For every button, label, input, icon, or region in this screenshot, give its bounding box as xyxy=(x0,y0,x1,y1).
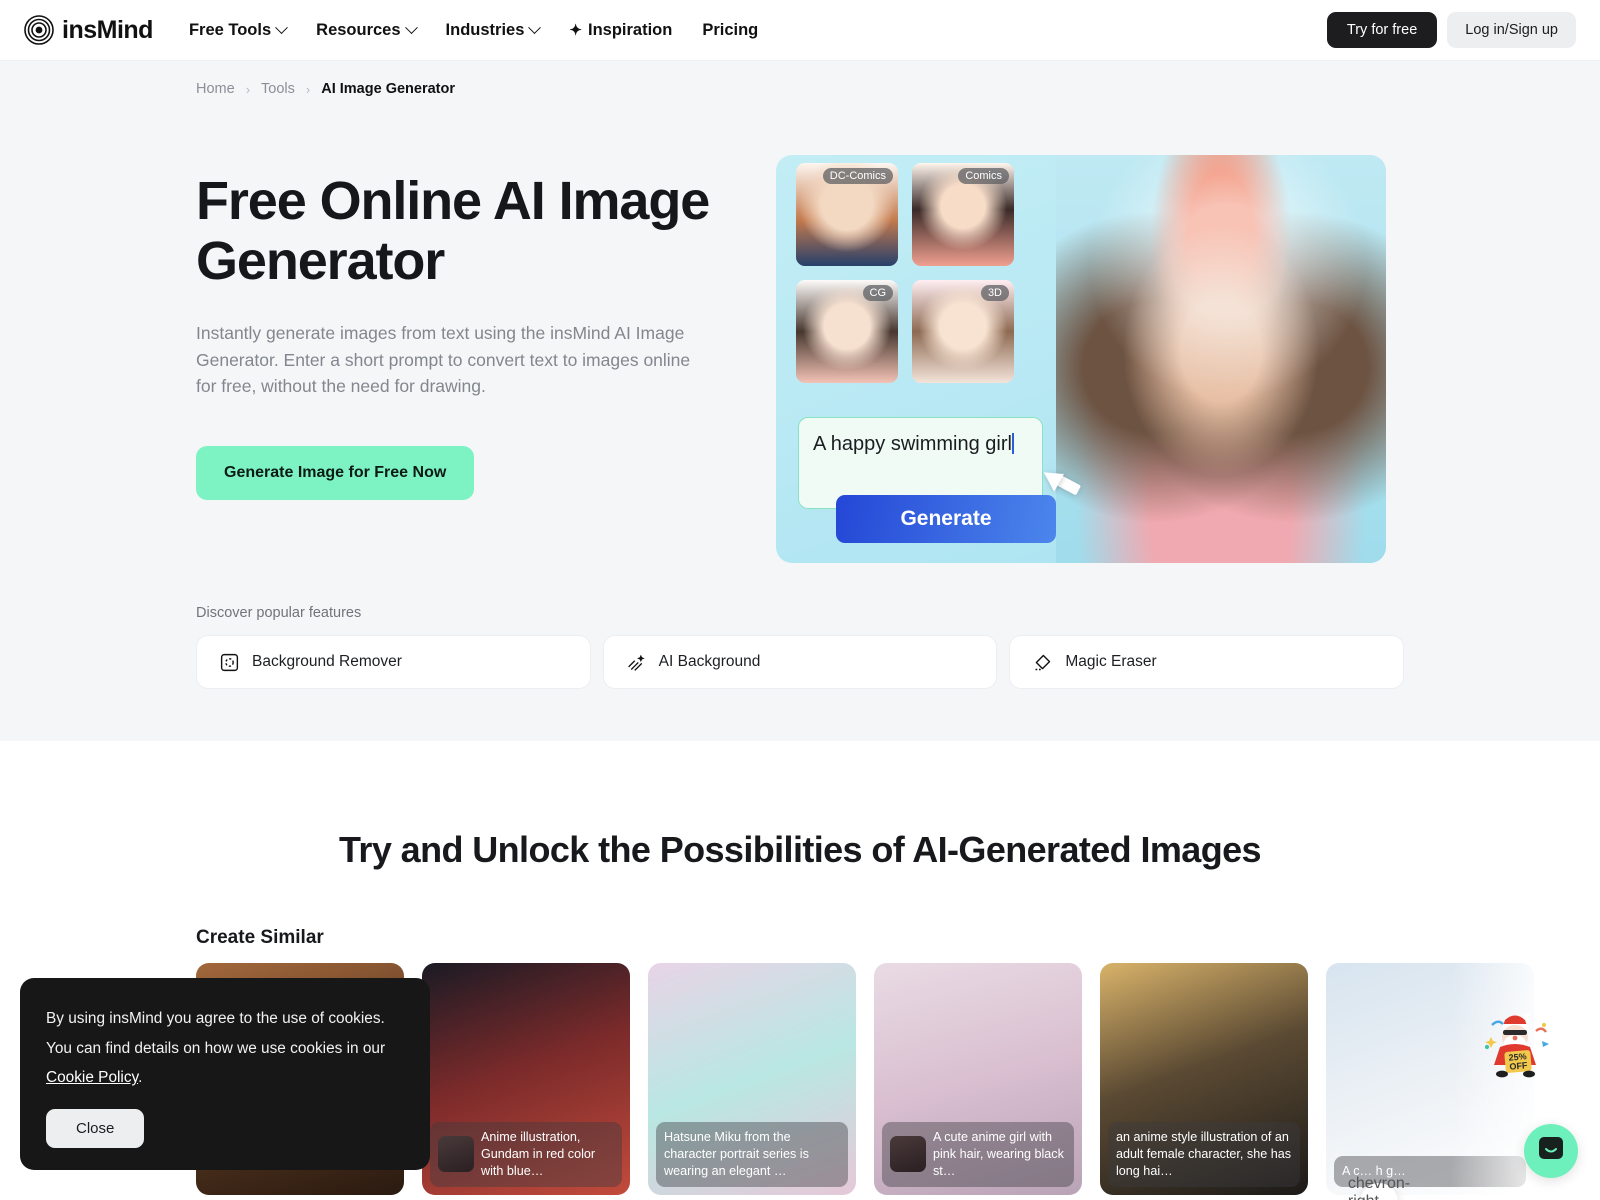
gallery-caption: A cute anime girl with pink hair, wearin… xyxy=(882,1121,1074,1187)
cookie-line-2: You can find details on how we use cooki… xyxy=(46,1039,386,1057)
try-for-free-button[interactable]: Try for free xyxy=(1326,12,1438,48)
feature-card-ai-background[interactable]: AI Background xyxy=(602,635,998,689)
text-cursor xyxy=(1011,433,1014,454)
concentric-circles-logo-icon xyxy=(24,15,54,45)
chat-bubble-button[interactable] xyxy=(1524,1124,1578,1178)
nav-label: Resources xyxy=(316,20,401,39)
breadcrumb-separator: › xyxy=(245,81,251,97)
hero-section: Home › Tools › AI Image Generator Free O… xyxy=(0,61,1600,741)
gallery-card[interactable]: A cute anime girl with pink hair, wearin… xyxy=(874,963,1082,1195)
background-remover-icon xyxy=(219,652,240,673)
create-similar-heading: Create Similar xyxy=(196,927,324,948)
gallery-caption-text: Hatsune Miku from the character portrait… xyxy=(664,1129,809,1178)
santa-promo-icon[interactable]: 25% OFF xyxy=(1478,1003,1552,1081)
demo-generate-button[interactable]: Generate xyxy=(836,495,1056,543)
eraser-icon xyxy=(1032,652,1053,673)
style-tag: Comics xyxy=(958,168,1009,184)
brand-name: insMind xyxy=(62,15,153,44)
ai-background-icon xyxy=(626,652,647,673)
gallery-caption: Anime illustration, Gundam in red color … xyxy=(430,1121,622,1187)
chevron-down-icon xyxy=(275,20,289,34)
feature-card-background-remover[interactable]: Background Remover xyxy=(196,635,591,689)
cookie-close-button[interactable]: Close xyxy=(46,1108,145,1148)
nav-item-free-tools[interactable]: Free Tools xyxy=(188,20,289,40)
cookie-policy-link[interactable]: Cookie Policy xyxy=(46,1069,138,1086)
features-label: Discover popular features xyxy=(196,605,362,621)
breadcrumb-current: AI Image Generator xyxy=(321,81,455,97)
site-header: insMind Free Tools Resources Industries … xyxy=(0,0,1600,61)
breadcrumb-home[interactable]: Home xyxy=(196,81,235,97)
gallery-card[interactable]: Hatsune Miku from the character portrait… xyxy=(648,963,856,1195)
page-title: Free Online AI Image Generator xyxy=(196,171,710,292)
nav-item-industries[interactable]: Industries xyxy=(445,20,542,40)
prompt-value: A happy swimming girl xyxy=(813,433,1012,455)
hero-demo-card: DC-Comics Comics CG 3D A happy swimming … xyxy=(776,155,1386,563)
cookie-period: . xyxy=(138,1069,143,1087)
gallery-caption-text: an anime style illustration of an adult … xyxy=(1116,1129,1292,1178)
gallery-caption-text: A cute anime girl with pink hair, wearin… xyxy=(933,1129,1064,1178)
gallery-caption-thumbnail xyxy=(890,1136,926,1173)
primary-nav: Free Tools Resources Industries ✦ Inspir… xyxy=(189,21,758,40)
style-thumbnail-grid: DC-Comics Comics CG 3D xyxy=(796,163,1014,383)
style-tag: CG xyxy=(862,285,893,301)
login-signup-button[interactable]: Log in/Sign up xyxy=(1447,12,1576,48)
gallery-caption-thumbnail xyxy=(438,1136,474,1173)
style-thumbnail[interactable]: Comics xyxy=(912,163,1014,266)
feature-label: AI Background xyxy=(658,653,761,670)
nav-item-resources[interactable]: Resources xyxy=(316,20,418,40)
popular-features: Discover popular features Background Rem… xyxy=(0,563,1600,689)
feature-label: Magic Eraser xyxy=(1065,653,1157,670)
chevron-down-icon xyxy=(528,20,542,34)
cookie-consent-banner: By using insMind you agree to the use of… xyxy=(20,978,430,1170)
chat-bubble-icon xyxy=(1537,1135,1565,1168)
brand-logo[interactable]: insMind xyxy=(24,15,153,45)
gallery-caption: an anime style illustration of an adult … xyxy=(1108,1121,1300,1187)
hero-copy: Free Online AI Image Generator Instantly… xyxy=(196,155,726,563)
carousel-next-button[interactable]: chevron-right-icon xyxy=(1348,1175,1410,1200)
style-thumbnail[interactable]: DC-Comics xyxy=(796,163,898,266)
breadcrumb: Home › Tools › AI Image Generator xyxy=(0,61,1600,97)
gallery-card[interactable]: an anime style illustration of an adult … xyxy=(1100,963,1308,1195)
showcase-title: Try and Unlock the Possibilities of AI-G… xyxy=(339,829,1262,870)
nav-item-inspiration[interactable]: ✦ Inspiration xyxy=(569,21,672,40)
page-root: insMind Free Tools Resources Industries … xyxy=(0,0,1600,1200)
style-tag: DC-Comics xyxy=(822,168,893,184)
cookie-text: By using insMind you agree to the use of… xyxy=(46,1004,404,1093)
feature-label: Background Remover xyxy=(252,653,402,670)
header-actions: Try for free Log in/Sign up xyxy=(1326,12,1576,48)
hero-illustration: DC-Comics Comics CG 3D A happy swimming … xyxy=(776,155,1386,563)
gallery-caption-text: Anime illustration, Gundam in red color … xyxy=(481,1129,596,1178)
nav-label: Pricing xyxy=(702,20,759,39)
cookie-line-1: By using insMind you agree to the use of… xyxy=(46,1010,385,1027)
nav-label: Free Tools xyxy=(188,20,272,39)
swimming-girl-image xyxy=(1056,155,1386,563)
breadcrumb-tools[interactable]: Tools xyxy=(261,81,295,97)
gallery-caption: Hatsune Miku from the character portrait… xyxy=(656,1121,848,1187)
style-tag: 3D xyxy=(980,285,1009,301)
generate-image-cta-button[interactable]: Generate Image for Free Now xyxy=(196,445,475,500)
sparkle-icon: ✦ xyxy=(569,22,582,39)
nav-label: Industries xyxy=(445,20,525,39)
gallery-card[interactable]: Anime illustration, Gundam in red color … xyxy=(422,963,630,1195)
hero-content: Free Online AI Image Generator Instantly… xyxy=(0,97,1600,563)
features-row: Background Remover AI Background Magic E… xyxy=(196,635,1405,689)
style-thumbnail[interactable]: 3D xyxy=(912,280,1014,383)
style-thumbnail[interactable]: CG xyxy=(796,280,898,383)
nav-item-pricing[interactable]: Pricing xyxy=(702,21,758,40)
svg-text:OFF: OFF xyxy=(1509,1060,1528,1072)
feature-card-magic-eraser[interactable]: Magic Eraser xyxy=(1009,635,1405,689)
nav-label: Inspiration xyxy=(587,20,673,39)
chevron-down-icon xyxy=(404,20,418,34)
hero-subtitle: Instantly generate images from text usin… xyxy=(196,322,691,397)
breadcrumb-separator: › xyxy=(305,81,311,97)
